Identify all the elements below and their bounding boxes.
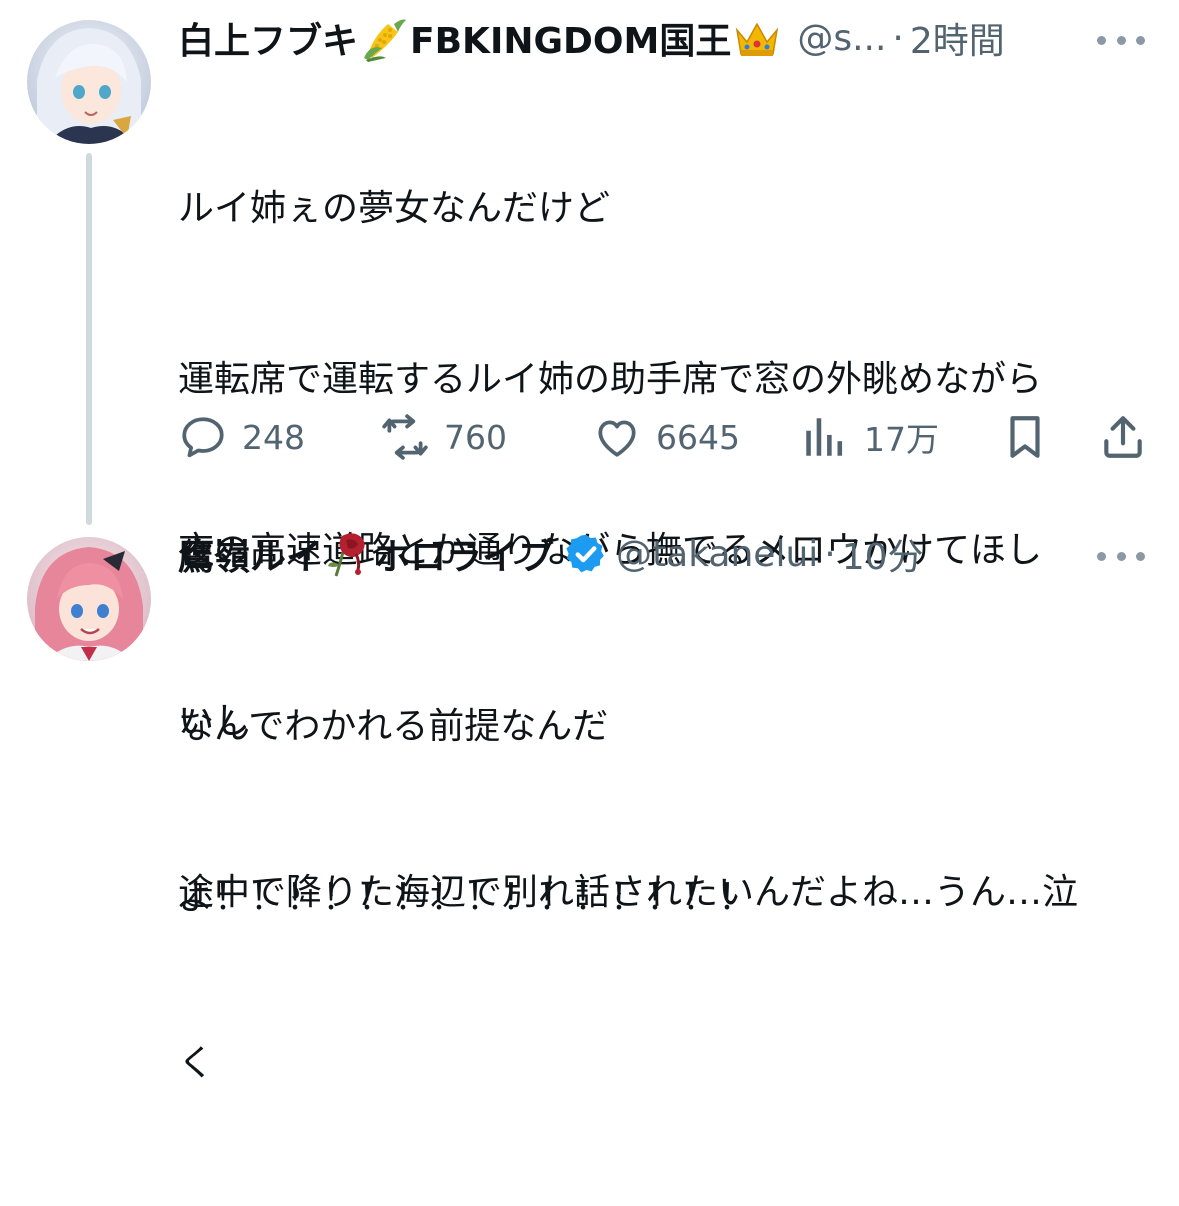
wilted-rose-emoji-icon — [328, 533, 365, 577]
avatar-fubuki[interactable] — [27, 20, 151, 144]
tweet-header: 鷹嶺ルイ ホロライブ @takanelui · 10分 — [178, 524, 924, 584]
retweet-icon — [382, 414, 428, 460]
tweet-fubuki[interactable]: 白上フブキ FBKINGDOM国王 @s... · 2時間 ルイ姉ぇの夢女なんだ… — [0, 0, 1179, 1084]
tweet-text-line: 運転席で運転するルイ姉の助手席で窓の外眺めながら — [178, 359, 1043, 400]
retweet-count: 760 — [444, 417, 507, 457]
display-name-text: 鷹嶺ルイ — [178, 537, 323, 578]
more-icon[interactable] — [1097, 30, 1145, 50]
timestamp[interactable]: 10分 — [842, 528, 924, 580]
views-count: 17万 — [864, 420, 939, 459]
avatar-fubuki-image — [27, 20, 151, 144]
avatar-lui-image — [27, 537, 151, 661]
tweet-text-line: よ！！！！！！！！！！！！！！！ — [178, 877, 755, 918]
action-bar: 248 760 6645 17万 — [178, 408, 1148, 466]
reply-icon — [182, 417, 224, 458]
retweet-button[interactable]: 760 — [380, 408, 507, 466]
share-button[interactable] — [1098, 408, 1162, 466]
tweet-header: 白上フブキ FBKINGDOM国王 @s... · 2時間 — [178, 8, 1005, 68]
reply-count: 248 — [242, 417, 305, 457]
views-button[interactable]: 17万 — [800, 408, 939, 466]
display-name[interactable]: 白上フブキ FBKINGDOM国王 — [178, 12, 783, 64]
separator: · — [892, 17, 904, 59]
more-icon[interactable] — [1097, 546, 1145, 566]
handle[interactable]: @takanelui — [616, 534, 818, 575]
display-name-suffix: ホロライブ — [374, 537, 555, 578]
crown-emoji-icon — [736, 22, 779, 56]
views-icon — [806, 418, 843, 456]
display-name-suffix: FBKINGDOM国王 — [410, 21, 732, 62]
display-name[interactable]: 鷹嶺ルイ ホロライブ — [178, 528, 616, 580]
bookmark-button[interactable] — [1000, 408, 1064, 466]
tweet-text-line: ルイ姉ぇの夢女なんだけど — [178, 188, 611, 229]
tweet-lui[interactable]: 鷹嶺ルイ ホロライブ @takanelui · 10分 なんでわかれる前提なんだ… — [0, 520, 1179, 918]
tweet-text: なんでわかれる前提なんだ よ！！！！！！！！！！！！！！！ — [178, 584, 754, 1040]
reply-button[interactable]: 248 — [178, 408, 305, 466]
bookmark-icon — [1010, 416, 1040, 458]
tweet-text-line: なんでわかれる前提なんだ — [178, 706, 609, 747]
verified-badge-icon — [566, 534, 604, 573]
share-icon — [1104, 416, 1142, 458]
like-count: 6645 — [656, 417, 740, 457]
like-icon — [598, 420, 636, 457]
avatar-lui[interactable] — [27, 537, 151, 661]
corn-emoji-icon — [364, 19, 407, 62]
tweet-text-line: く — [178, 1043, 215, 1084]
display-name-text: 白上フブキ — [178, 21, 359, 62]
handle[interactable]: @s... — [797, 18, 886, 59]
separator: · — [824, 533, 836, 575]
like-button[interactable]: 6645 — [592, 408, 740, 466]
timestamp[interactable]: 2時間 — [910, 12, 1005, 64]
thread-line — [86, 153, 92, 525]
